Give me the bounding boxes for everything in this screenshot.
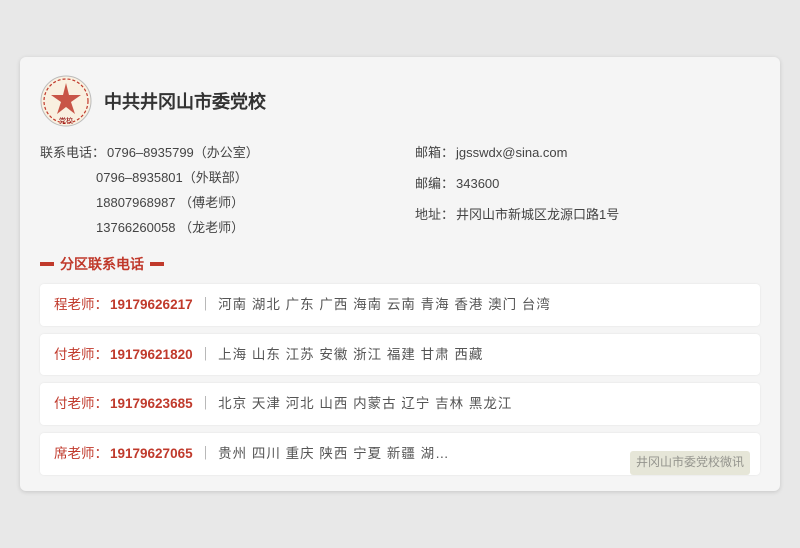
info-left: 联系电话： 0796–8935799（办公室） 0796–8935801（外联部… xyxy=(40,141,385,240)
info-section: 联系电话： 0796–8935799（办公室） 0796–8935801（外联部… xyxy=(40,141,760,240)
contact-phone-2: 19179623685 xyxy=(110,393,193,415)
email-value: jgsswdx@sina.com xyxy=(456,141,567,166)
phone-main-row: 联系电话： 0796–8935799（办公室） xyxy=(40,141,385,166)
contact-row-1: 付老师： 19179621820 ｜ 上海 山东 江苏 安徽 浙江 福建 甘肃 … xyxy=(40,334,760,376)
divider-bar-right xyxy=(150,262,164,266)
section-title: 分区联系电话 xyxy=(60,254,144,274)
phone-row-3: 18807968987 （傅老师） xyxy=(40,191,385,216)
email-row: 邮箱： jgsswdx@sina.com xyxy=(415,141,760,166)
address-label: 地址： xyxy=(415,203,454,228)
email-label: 邮箱： xyxy=(415,141,454,166)
contact-sep-3: ｜ xyxy=(199,443,213,465)
contact-regions-3: 贵州 四川 重庆 陕西 宁夏 新疆 湖… xyxy=(218,443,450,465)
phone-4: 13766260058 （龙老师） xyxy=(96,216,244,241)
address-row: 地址： 井冈山市新城区龙源口路1号 xyxy=(415,203,760,228)
watermark: 井冈山市委党校微讯 xyxy=(630,451,750,474)
contact-list: 程老师： 19179626217 ｜ 河南 湖北 广东 广西 海南 云南 青海 … xyxy=(40,284,760,474)
phone-1: 0796–8935799（办公室） xyxy=(107,141,259,166)
phone-2: 0796–8935801（外联部） xyxy=(96,166,248,191)
postcode-label: 邮编： xyxy=(415,172,454,197)
section-divider: 分区联系电话 xyxy=(40,254,760,274)
contact-phone-0: 19179626217 xyxy=(110,294,193,316)
contact-name-3: 席老师： xyxy=(54,443,108,465)
phone-3: 18807968987 （傅老师） xyxy=(96,191,244,216)
org-title: 中共井冈山市委党校 xyxy=(104,88,266,114)
contact-regions-2: 北京 天津 河北 山西 内蒙古 辽宁 吉林 黑龙江 xyxy=(218,393,512,415)
contact-phone-1: 19179621820 xyxy=(110,344,193,366)
info-right: 邮箱： jgsswdx@sina.com 邮编： 343600 地址： 井冈山市… xyxy=(415,141,760,240)
svg-text:党校: 党校 xyxy=(59,116,73,125)
divider-bar-left xyxy=(40,262,54,266)
phone-row-2: 0796–8935801（外联部） xyxy=(40,166,385,191)
contact-sep-2: ｜ xyxy=(199,393,213,415)
contact-name-2: 付老师： xyxy=(54,393,108,415)
org-logo: 党校 xyxy=(40,75,92,127)
contact-phone-3: 19179627065 xyxy=(110,443,193,465)
contact-row-0: 程老师： 19179626217 ｜ 河南 湖北 广东 广西 海南 云南 青海 … xyxy=(40,284,760,326)
last-row-container: 席老师： 19179627065 ｜ 贵州 四川 重庆 陕西 宁夏 新疆 湖… … xyxy=(40,433,760,475)
contact-sep-1: ｜ xyxy=(199,344,213,366)
contact-row-3: 席老师： 19179627065 ｜ 贵州 四川 重庆 陕西 宁夏 新疆 湖… … xyxy=(40,433,760,475)
contact-regions-1: 上海 山东 江苏 安徽 浙江 福建 甘肃 西藏 xyxy=(218,344,483,366)
contact-regions-0: 河南 湖北 广东 广西 海南 云南 青海 香港 澳门 台湾 xyxy=(218,294,551,316)
contact-sep-0: ｜ xyxy=(199,294,213,316)
contact-name-1: 付老师： xyxy=(54,344,108,366)
postcode-value: 343600 xyxy=(456,172,499,197)
header: 党校 中共井冈山市委党校 xyxy=(40,75,760,127)
address-value: 井冈山市新城区龙源口路1号 xyxy=(456,203,619,228)
postcode-row: 邮编： 343600 xyxy=(415,172,760,197)
contact-name-0: 程老师： xyxy=(54,294,108,316)
main-card: 党校 中共井冈山市委党校 联系电话： 0796–8935799（办公室） 079… xyxy=(20,57,780,490)
phone-row-4: 13766260058 （龙老师） xyxy=(40,216,385,241)
phone-label: 联系电话： xyxy=(40,141,105,166)
contact-row-2: 付老师： 19179623685 ｜ 北京 天津 河北 山西 内蒙古 辽宁 吉林… xyxy=(40,383,760,425)
